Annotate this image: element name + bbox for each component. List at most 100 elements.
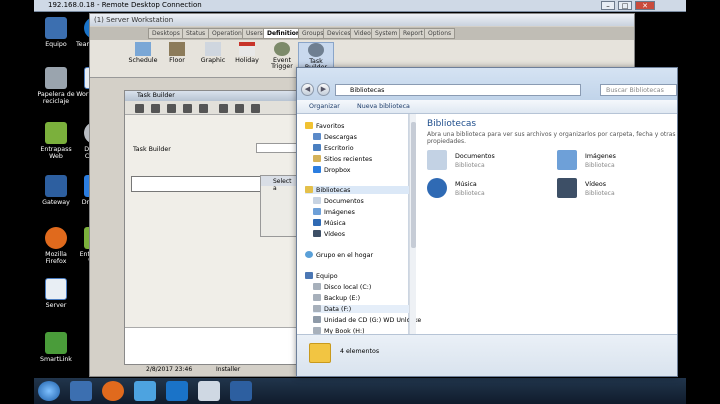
tab-system[interactable]: System xyxy=(371,28,402,39)
tab-report[interactable]: Report xyxy=(399,28,427,39)
server-title-bar: (1) Server Workstation xyxy=(90,14,634,26)
new-icon[interactable] xyxy=(135,104,144,113)
drive-icon xyxy=(313,327,321,334)
nav-item-pictures[interactable]: Imágenes xyxy=(313,208,355,216)
desktop-icon-firefox[interactable]: Mozilla Firefox xyxy=(35,227,77,265)
nav-drive-c[interactable]: Disco local (C:) xyxy=(313,283,371,291)
desktop-icon-server[interactable]: Server xyxy=(35,278,77,309)
task-builder-toolbar xyxy=(125,101,298,115)
nav-item-recent[interactable]: Sitios recientes xyxy=(313,155,372,163)
firefox-icon xyxy=(45,227,67,249)
back-button[interactable]: ◀ xyxy=(301,83,314,96)
event-trigger-button[interactable]: Event Trigger xyxy=(264,42,300,70)
cd-drive-icon xyxy=(313,316,321,323)
holiday-button[interactable]: Holiday xyxy=(230,42,264,64)
taskbar-explorer-icon[interactable] xyxy=(70,381,92,401)
nav-item-documents[interactable]: Documentos xyxy=(313,197,364,205)
downloads-icon xyxy=(313,133,321,140)
desktop-icon-equipo[interactable]: Equipo xyxy=(35,17,77,48)
phone-icon[interactable] xyxy=(235,104,244,113)
graphic-button[interactable]: Graphic xyxy=(196,42,230,64)
desktop-icon-recycle-bin[interactable]: Papelera de reciclaje xyxy=(35,67,77,105)
print-icon[interactable] xyxy=(199,104,208,113)
schedule-icon xyxy=(135,42,151,56)
taskbar-workstation-icon[interactable] xyxy=(198,381,220,401)
start-button[interactable] xyxy=(38,381,60,401)
nav-favorites[interactable]: Favoritos xyxy=(305,122,344,130)
floor-button[interactable]: Floor xyxy=(160,42,194,64)
forward-button[interactable]: ▶ xyxy=(317,83,330,96)
cancel-icon[interactable] xyxy=(167,104,176,113)
desktop-icon xyxy=(313,144,321,151)
task-component-strip[interactable] xyxy=(131,176,261,192)
documents-icon xyxy=(427,150,447,170)
scroll-thumb[interactable] xyxy=(411,122,416,248)
calendar-icon xyxy=(239,42,255,56)
nav-drive-f[interactable]: Data (F:) xyxy=(313,305,409,313)
task-builder-field[interactable] xyxy=(256,143,300,153)
desktop-icon-gateway[interactable]: Gateway xyxy=(35,175,77,206)
homegroup-icon xyxy=(305,251,313,258)
nav-drive-g[interactable]: Unidad de CD (G:) WD Unlocke xyxy=(313,316,421,324)
gateway-icon xyxy=(45,175,67,197)
documents-icon xyxy=(313,197,321,204)
list-icon[interactable] xyxy=(219,104,228,113)
status-user: Installer xyxy=(216,366,241,373)
nav-item-desktop[interactable]: Escritorio xyxy=(313,144,354,152)
close-icon[interactable]: ✕ xyxy=(635,1,655,10)
minimize-icon[interactable]: – xyxy=(601,1,615,10)
library-videos[interactable]: Vídeos Biblioteca xyxy=(557,178,667,200)
desktop-icon-entrapass-web[interactable]: Entrapass Web xyxy=(35,122,77,160)
library-music[interactable]: Música Biblioteca xyxy=(427,178,537,200)
library-documents[interactable]: Documentos Biblioteca xyxy=(427,150,537,172)
nav-item-downloads[interactable]: Descargas xyxy=(313,133,357,141)
nav-item-videos[interactable]: Vídeos xyxy=(313,230,345,238)
videos-icon xyxy=(557,178,577,198)
recent-places-icon xyxy=(313,155,321,162)
music-icon xyxy=(313,219,321,226)
address-bar[interactable]: Bibliotecas xyxy=(335,84,581,96)
explorer-command-bar: Organizar Nueva biblioteca xyxy=(297,100,677,114)
server-icon xyxy=(45,278,67,300)
delete-icon[interactable] xyxy=(183,104,192,113)
nav-item-dropbox[interactable]: Dropbox xyxy=(313,166,351,174)
explorer-frame: ◀ ▶ Bibliotecas Buscar Bibliotecas xyxy=(297,68,677,100)
nav-computer[interactable]: Equipo xyxy=(305,272,338,280)
star-icon xyxy=(305,122,313,129)
tab-options[interactable]: Options xyxy=(424,28,456,39)
tab-operation[interactable]: Operation xyxy=(208,28,246,39)
taskbar-gateway-icon[interactable] xyxy=(230,381,252,401)
explorer-window: ◀ ▶ Bibliotecas Buscar Bibliotecas Organ… xyxy=(296,67,678,377)
organize-button[interactable]: Organizar xyxy=(309,103,340,110)
task-builder-canvas[interactable] xyxy=(125,327,300,365)
nav-scrollbar[interactable] xyxy=(409,114,416,334)
library-pictures[interactable]: Imágenes Biblioteca xyxy=(557,150,667,172)
nav-homegroup[interactable]: Grupo en el hogar xyxy=(305,251,373,259)
taskbar-firefox-icon[interactable] xyxy=(102,381,124,401)
nav-drive-e[interactable]: Backup (E:) xyxy=(313,294,360,302)
taskbar-teamviewer-icon[interactable] xyxy=(166,381,188,401)
drive-icon xyxy=(313,294,321,301)
new-library-button[interactable]: Nueva biblioteca xyxy=(357,103,410,110)
library-content: Bibliotecas Abra una biblioteca para ver… xyxy=(417,114,677,334)
taskbar-folder-icon[interactable] xyxy=(134,381,156,401)
nav-libraries[interactable]: Bibliotecas xyxy=(305,186,409,194)
libraries-icon xyxy=(305,186,313,193)
schedule-button[interactable]: Schedule xyxy=(126,42,160,64)
search-input[interactable]: Buscar Bibliotecas xyxy=(600,84,677,96)
smartlink-icon xyxy=(45,332,67,354)
desktop-icon-smartlink[interactable]: SmartLink xyxy=(35,332,77,363)
pictures-icon xyxy=(313,208,321,215)
rdp-title-bar: 192.168.0.18 - Remote Desktop Connection… xyxy=(34,0,686,12)
tab-desktops[interactable]: Desktops xyxy=(148,28,184,39)
nav-item-music[interactable]: Música xyxy=(313,219,346,227)
maximize-icon[interactable]: □ xyxy=(618,1,632,10)
save-icon[interactable] xyxy=(151,104,160,113)
graphic-icon xyxy=(205,42,221,56)
search-icon[interactable] xyxy=(251,104,260,113)
page-subtitle: Abra una biblioteca para ver sus archivo… xyxy=(427,131,676,145)
music-icon xyxy=(427,178,447,198)
task-builder-title-bar: Task Builder xyxy=(125,91,298,101)
tab-status[interactable]: Status xyxy=(182,28,210,39)
select-dialog: Select a xyxy=(260,175,298,237)
